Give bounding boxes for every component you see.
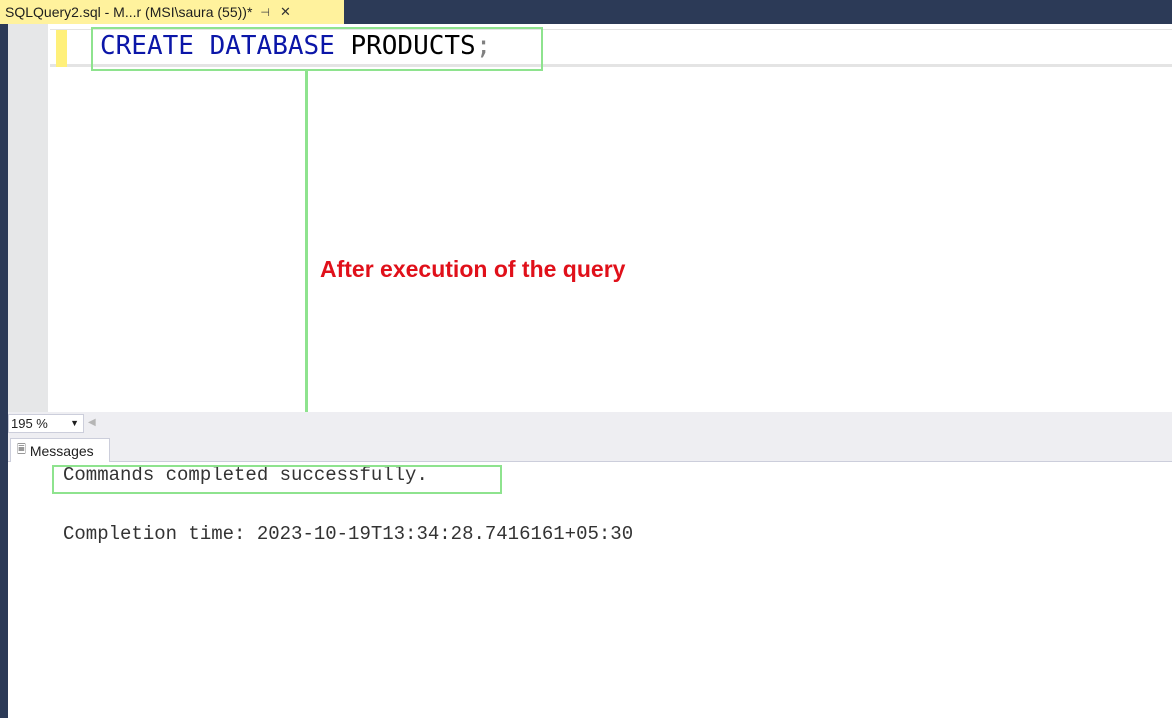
tab-messages[interactable]: 🗏 Messages (10, 438, 110, 462)
tab-title: SQLQuery2.sql - M...r (MSI\saura (55))* (5, 4, 253, 20)
close-icon[interactable]: ✕ (280, 4, 291, 20)
unsaved-change-marker (56, 30, 67, 67)
message-highlight-box (52, 465, 502, 494)
annotation-arrow-line (305, 71, 308, 451)
annotation-text: After execution of the query (320, 256, 626, 282)
code-highlight-box (91, 27, 543, 71)
zoom-value: 195 % (11, 416, 48, 431)
messages-icon: 🗏 (17, 444, 26, 456)
dropdown-arrow-icon[interactable]: ▼ (70, 415, 79, 432)
zoom-dropdown[interactable]: 195 % ▼ (8, 414, 84, 433)
scroll-left-icon[interactable]: ◀ (88, 417, 96, 428)
messages-pane[interactable] (8, 462, 1172, 718)
query-editor[interactable] (8, 24, 1172, 412)
editor-status-row (8, 412, 1172, 435)
tab-messages-label: Messages (29, 442, 94, 459)
message-completion-time: Completion time: 2023-10-19T13:34:28.741… (63, 523, 634, 545)
results-tab-strip (8, 435, 1172, 462)
pin-icon[interactable]: ⊣ (260, 6, 270, 19)
window-left-border (0, 0, 8, 718)
query-document-tab[interactable]: SQLQuery2.sql - M...r (MSI\saura (55))* … (0, 0, 344, 24)
editor-gutter (8, 24, 48, 412)
